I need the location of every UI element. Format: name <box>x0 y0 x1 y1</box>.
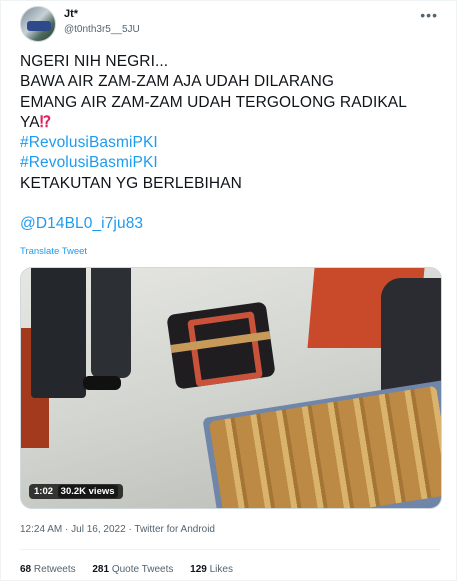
tweet-line: NGERI NIH NEGRI... <box>20 53 169 70</box>
video-scene-shoe <box>83 376 121 390</box>
tweet-source: Twitter for Android <box>134 524 215 535</box>
tweet-date[interactable]: Jul 16, 2022 <box>71 524 126 535</box>
tweet-stats: 68 Retweets 281 Quote Tweets 129 Likes <box>20 564 247 575</box>
video-scene-luggage <box>166 301 276 390</box>
tweet-card: Jt* @t0nth3r5__5JU ••• NGERI NIH NEGRI..… <box>0 0 457 581</box>
tweet-line-ya: YA⁉ <box>20 113 440 133</box>
quotes-count: 281 <box>92 564 110 575</box>
tweet-line: EMANG AIR ZAM-ZAM UDAH TERGOLONG RADIKAL <box>20 93 407 111</box>
tweet-line: YA <box>20 113 40 131</box>
likes-stat[interactable]: 129 Likes <box>190 564 233 575</box>
author-name[interactable]: Jt* <box>64 8 78 20</box>
hashtag-link[interactable]: #RevolusiBasmiPKI <box>20 153 440 173</box>
avatar[interactable] <box>20 6 56 42</box>
mention-link[interactable]: @D14BL0_i7ju83 <box>20 214 440 234</box>
video-duration-badge: 1:02 30.2K views <box>29 484 123 499</box>
author-handle[interactable]: @t0nth3r5__5JU <box>64 24 140 35</box>
likes-count: 129 <box>190 564 207 575</box>
retweets-label: Retweets <box>33 564 76 575</box>
retweets-count: 68 <box>20 564 32 575</box>
meta-separator: · <box>65 524 69 535</box>
video-scene-figure <box>91 268 131 378</box>
video-scene-figure <box>31 268 86 398</box>
tweet-closing-line: KETAKUTAN YG BERLEBIHAN <box>20 174 242 192</box>
translate-tweet-link[interactable]: Translate Tweet <box>20 246 87 257</box>
hashtag-link[interactable]: #RevolusiBasmiPKI <box>20 133 440 153</box>
divider <box>20 549 440 550</box>
quote-tweets-stat[interactable]: 281 Quote Tweets <box>92 564 173 575</box>
meta-separator: · <box>128 524 132 535</box>
tweet-meta: 12:24 AM · Jul 16, 2022 · Twitter for An… <box>20 524 215 535</box>
tweet-line: BAWA AIR ZAM-ZAM AJA UDAH DILARANG <box>20 73 335 91</box>
interrobang-emoji-icon: ⁉ <box>39 113 52 131</box>
likes-label: Likes <box>209 564 233 575</box>
quotes-label: Quote Tweets <box>111 564 174 575</box>
retweets-stat[interactable]: 68 Retweets <box>20 564 76 575</box>
more-options-icon[interactable]: ••• <box>420 7 438 23</box>
video-duration: 1:02 <box>34 486 54 497</box>
tweet-time[interactable]: 12:24 AM <box>20 524 62 535</box>
video-player[interactable]: 1:02 30.2K views <box>20 267 442 509</box>
video-views: 30.2K views <box>57 485 118 498</box>
line-spacer <box>20 194 440 214</box>
tweet-text: NGERI NIH NEGRI... BAWA AIR ZAM-ZAM AJA … <box>20 52 440 235</box>
